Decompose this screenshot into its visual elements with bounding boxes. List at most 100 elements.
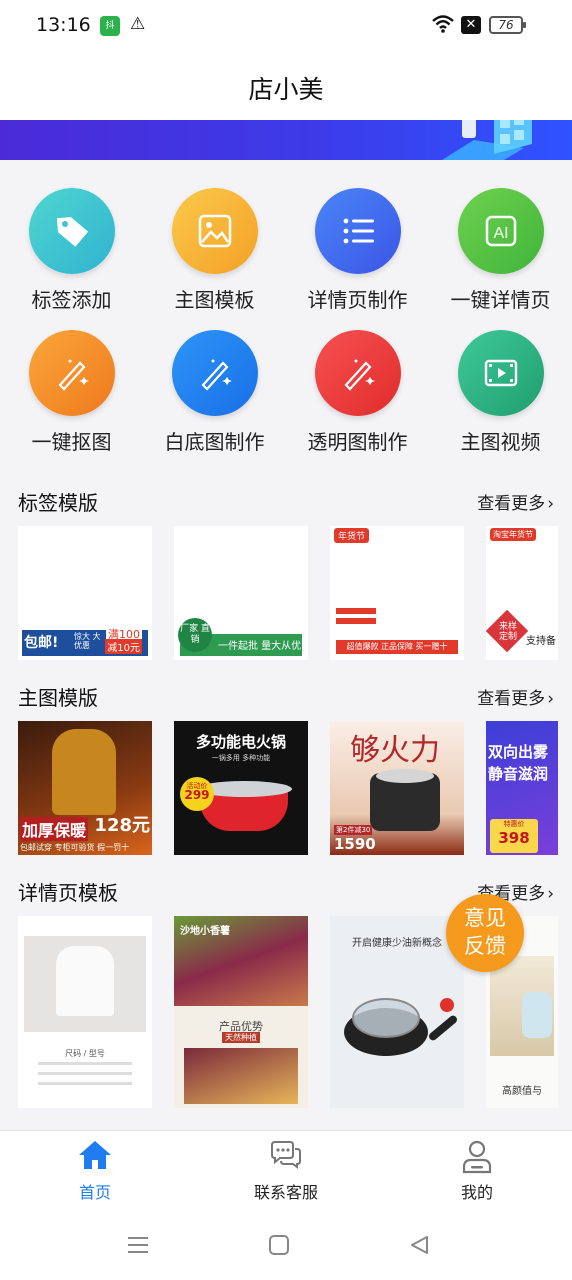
tool-main-image-template[interactable]: 主图模板 <box>143 188 286 313</box>
tool-label: 白底图制作 <box>164 430 265 454</box>
film-icon <box>457 330 544 416</box>
tool-one-click-detail[interactable]: AI 一键详情页 <box>429 188 572 313</box>
tool-label: 一键抠图 <box>31 430 112 454</box>
thumb-text: 厂家 直销 <box>178 618 212 652</box>
status-time: 13:16 <box>36 14 91 36</box>
tool-grid: 标签添加 主图模板 详情页制作 AI 一键详情页 一键抠图 白底图制作 透明图制… <box>0 160 572 470</box>
battery-icon: 76 <box>489 16 526 34</box>
tool-tag-add[interactable]: 标签添加 <box>0 188 143 313</box>
thumb-text: 128元 <box>94 815 150 836</box>
tool-label: 透明图制作 <box>307 430 408 454</box>
main-template-thumb[interactable]: 加厚保暖 128元 包邮试穿 专柜可验货 假一罚十 <box>18 721 152 855</box>
thumb-text: 加厚保暖 <box>20 817 89 841</box>
tab-home[interactable]: 首页 <box>0 1139 190 1203</box>
view-more-link[interactable]: 查看更多 › <box>477 489 554 514</box>
tool-label: 一键详情页 <box>450 288 551 312</box>
tool-label: 主图视频 <box>460 430 541 454</box>
thumb-text: 减10元 <box>105 639 142 654</box>
thumb-text: 淘宝年货节 <box>490 528 536 541</box>
thumb-text: 299 <box>184 788 210 802</box>
section-title: 主图模版 <box>18 686 98 710</box>
main-template-thumb[interactable]: 多功能电火锅 一锅多用 多种功能 活动价 299 <box>174 721 308 855</box>
view-more-label: 查看更多 <box>477 494 546 514</box>
thumb-text: 支持备 <box>526 636 556 647</box>
thumb-text: 来样 定制 <box>498 622 517 642</box>
thumb-text: 一件起批 量大从优 <box>218 641 302 652</box>
tool-white-background[interactable]: 白底图制作 <box>143 330 286 455</box>
tool-main-video[interactable]: 主图视频 <box>429 330 572 455</box>
view-more-link[interactable]: 查看更多 › <box>477 684 554 709</box>
notification-app-icon: 抖 <box>100 16 120 36</box>
thumb-text: 包邮! <box>24 635 59 651</box>
promo-banner[interactable] <box>0 120 572 160</box>
thumb-text: 包邮试穿 专柜可验货 假一罚十 <box>20 843 130 852</box>
view-more-label: 查看更多 <box>477 689 546 709</box>
home-icon <box>79 1141 111 1169</box>
label-template-thumb[interactable]: 包邮! 惊大 大优惠 满100 减10元 <box>18 526 152 660</box>
thumb-text: 398 <box>498 829 530 847</box>
detail-template-thumb[interactable]: 尺码 / 型号 <box>18 916 152 1108</box>
thumb-text: 一锅多用 多种功能 <box>211 754 271 762</box>
thumb-text: 双向出雾 <box>488 743 549 761</box>
tool-one-click-cutout[interactable]: 一键抠图 <box>0 330 143 455</box>
section-header-main-templates: 主图模版 查看更多 › <box>18 682 554 712</box>
thumb-text: 特惠价 <box>503 820 525 828</box>
detail-template-thumb[interactable]: 开启健康少油新概念 <box>330 916 464 1108</box>
magic-wand-icon <box>28 330 115 416</box>
feedback-button[interactable]: 意见 反馈 <box>446 894 524 972</box>
thumb-text: 沙地小香薯 <box>180 926 230 937</box>
image-icon <box>171 188 258 274</box>
wifi-icon <box>431 14 455 38</box>
home-square-icon[interactable] <box>268 1234 290 1256</box>
tool-detail-page[interactable]: 详情页制作 <box>286 188 429 313</box>
chevron-right-icon: › <box>547 494 554 514</box>
thumb-text: 超值爆款 正品保障 买一赠十 <box>336 640 458 654</box>
main-template-thumb[interactable]: 够火力 第2件减30 1590 <box>330 721 464 855</box>
tab-customer-service[interactable]: 联系客服 <box>191 1139 381 1203</box>
back-triangle-icon[interactable] <box>408 1234 430 1256</box>
chat-bubbles-icon <box>271 1141 301 1169</box>
label-template-thumb[interactable]: 淘宝年货节 来样 定制 支持备 <box>486 526 558 660</box>
system-nav-bar <box>0 1212 572 1280</box>
title-bar: 店小美 <box>0 52 572 120</box>
tool-label: 主图模板 <box>174 288 255 312</box>
thumb-text: 静音滋润 <box>488 765 549 783</box>
thumb-text: 多功能电火锅 <box>195 733 286 751</box>
tool-label: 详情页制作 <box>307 288 408 312</box>
section-title: 详情页模板 <box>18 881 118 905</box>
thumb-text: 尺码 / 型号 <box>65 1049 105 1058</box>
main-template-row: 加厚保暖 128元 包邮试穿 专柜可验货 假一罚十 多功能电火锅 一锅多用 多种… <box>18 721 572 855</box>
thumb-text: 惊大 大优惠 <box>74 632 101 650</box>
label-template-row: 包邮! 惊大 大优惠 满100 减10元 厂家 直销 一件起批 量大从优 年货节… <box>18 526 572 660</box>
label-template-thumb[interactable]: 年货节 超值爆款 正品保障 买一赠十 <box>330 526 464 660</box>
warning-icon: ⚠ <box>130 14 146 34</box>
thumb-text: 年货节 <box>334 528 370 543</box>
banner-illustration <box>442 120 532 160</box>
tool-transparent-image[interactable]: 透明图制作 <box>286 330 429 455</box>
label-template-thumb[interactable]: 厂家 直销 一件起批 量大从优 <box>174 526 308 660</box>
section-header-label-templates: 标签模版 查看更多 › <box>18 487 554 517</box>
section-title: 标签模版 <box>18 491 98 515</box>
ai-icon: AI <box>457 188 544 274</box>
feedback-label-line2: 反馈 <box>464 934 506 958</box>
thumb-text: 够火力 <box>350 733 440 768</box>
user-icon <box>462 1140 492 1174</box>
page-title: 店小美 <box>248 75 324 104</box>
bottom-tab-bar: 首页 联系客服 我的 <box>0 1130 572 1212</box>
thumb-text: 高颜值与 <box>502 1086 542 1097</box>
tool-label: 标签添加 <box>31 288 112 312</box>
close-box-icon: ✕ <box>461 16 481 34</box>
status-bar: 13:16 抖 ⚠ ✕ 76 <box>0 0 572 52</box>
tag-icon <box>28 188 115 274</box>
tab-label: 联系客服 <box>253 1183 318 1202</box>
main-template-thumb[interactable]: 双向出雾 静音滋润 特惠价 398 <box>486 721 558 855</box>
tab-mine[interactable]: 我的 <box>382 1139 572 1203</box>
detail-template-thumb[interactable]: 沙地小香薯 产品优势 天然种植 <box>174 916 308 1108</box>
chevron-right-icon: › <box>547 884 554 904</box>
thumb-text: 天然种植 <box>222 1032 260 1043</box>
thumb-text: 第2件减30 <box>334 825 373 835</box>
tab-label: 我的 <box>460 1183 493 1202</box>
menu-icon[interactable] <box>127 1234 149 1256</box>
magic-wand-icon <box>171 330 258 416</box>
thumb-text: 1590 <box>334 835 376 853</box>
